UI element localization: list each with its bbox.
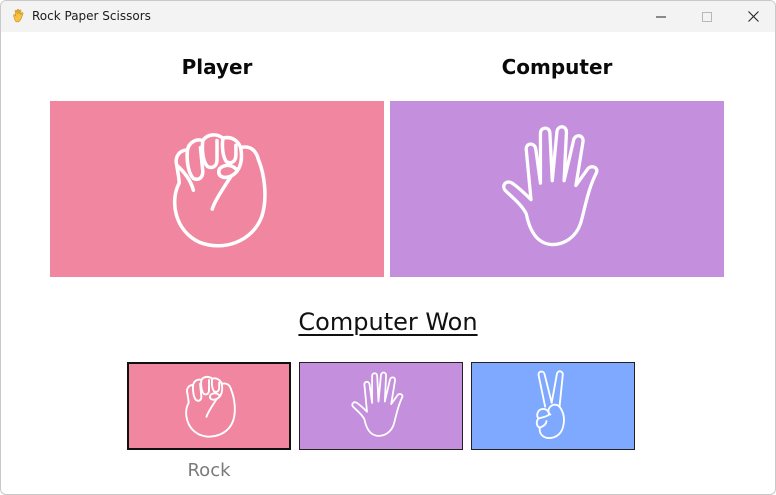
scissors-choice-button[interactable] (471, 362, 635, 450)
paper-hand-icon (502, 125, 599, 247)
computer-choice-panel (390, 101, 724, 277)
title-bar[interactable]: Rock Paper Scissors (1, 1, 775, 32)
paper-hand-icon (351, 371, 404, 437)
rock-choice-button[interactable] (127, 362, 291, 450)
paper-choice-button[interactable] (299, 362, 463, 450)
minimize-button[interactable] (638, 1, 684, 32)
rock-fist-icon (172, 133, 267, 248)
waving-hand-icon (13, 8, 24, 23)
player-choice-panel (50, 101, 384, 277)
computer-heading: Computer (501, 55, 613, 79)
maximize-button[interactable] (684, 1, 730, 32)
hover-choice-label: Rock (187, 460, 231, 481)
result-text: Computer Won (298, 308, 478, 336)
scissors-hand-icon (535, 370, 565, 439)
rock-fist-icon (185, 375, 236, 438)
close-button[interactable] (730, 1, 775, 32)
close-icon (747, 11, 759, 22)
player-heading: Player (181, 55, 253, 79)
maximize-icon (702, 11, 712, 22)
minimize-icon (656, 16, 666, 17)
window-title: Rock Paper Scissors (32, 9, 151, 23)
app-window: Rock Paper Scissors Player Computer Comp… (0, 0, 776, 495)
